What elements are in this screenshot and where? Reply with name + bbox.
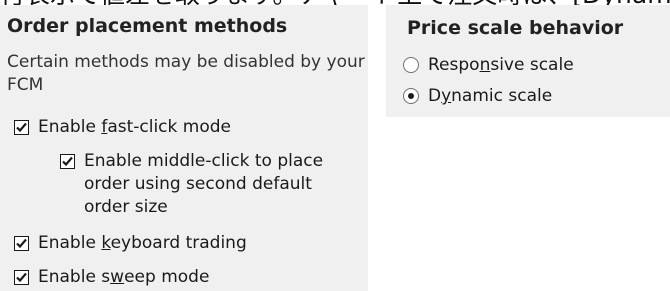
middle-click-order-checkbox[interactable]: Enable middle-click to place order using…: [60, 150, 323, 219]
sweep-mode-checkmark-icon: [14, 270, 29, 285]
middle-click-order-label: Enable middle-click to place order using…: [84, 151, 324, 217]
responsive-scale-radio-icon: [403, 57, 419, 73]
price-scale-heading: Price scale behavior: [407, 17, 624, 39]
fast-click-mode-label: Enable fast-click mode: [38, 117, 231, 137]
dynamic-scale-radio-icon: [403, 88, 419, 104]
fast-click-mode-checkmark-icon: [14, 120, 29, 135]
keyboard-trading-label: Enable keyboard trading: [38, 233, 247, 253]
order-placement-panel: Order placement methods Certain methods …: [0, 5, 368, 291]
keyboard-trading-checkmark-icon: [14, 236, 29, 251]
responsive-scale-label: Responsive scale: [428, 55, 574, 75]
dynamic-scale-label: Dynamic scale: [428, 86, 553, 106]
order-placement-description: Certain methods may be disabled by your …: [7, 52, 365, 95]
order-placement-heading: Order placement methods: [7, 15, 288, 37]
sweep-mode-label: Enable sweep mode: [38, 267, 210, 287]
keyboard-trading-checkbox[interactable]: Enable keyboard trading: [14, 232, 247, 255]
price-scale-panel: Price scale behavior Responsive scale Dy…: [386, 5, 670, 117]
fast-click-mode-checkbox[interactable]: Enable fast-click mode: [14, 116, 231, 139]
responsive-scale-radio[interactable]: Responsive scale: [403, 54, 574, 77]
dynamic-scale-radio[interactable]: Dynamic scale: [403, 85, 552, 108]
middle-click-order-checkmark-icon: [60, 154, 75, 169]
sweep-mode-checkbox[interactable]: Enable sweep mode: [14, 266, 209, 289]
